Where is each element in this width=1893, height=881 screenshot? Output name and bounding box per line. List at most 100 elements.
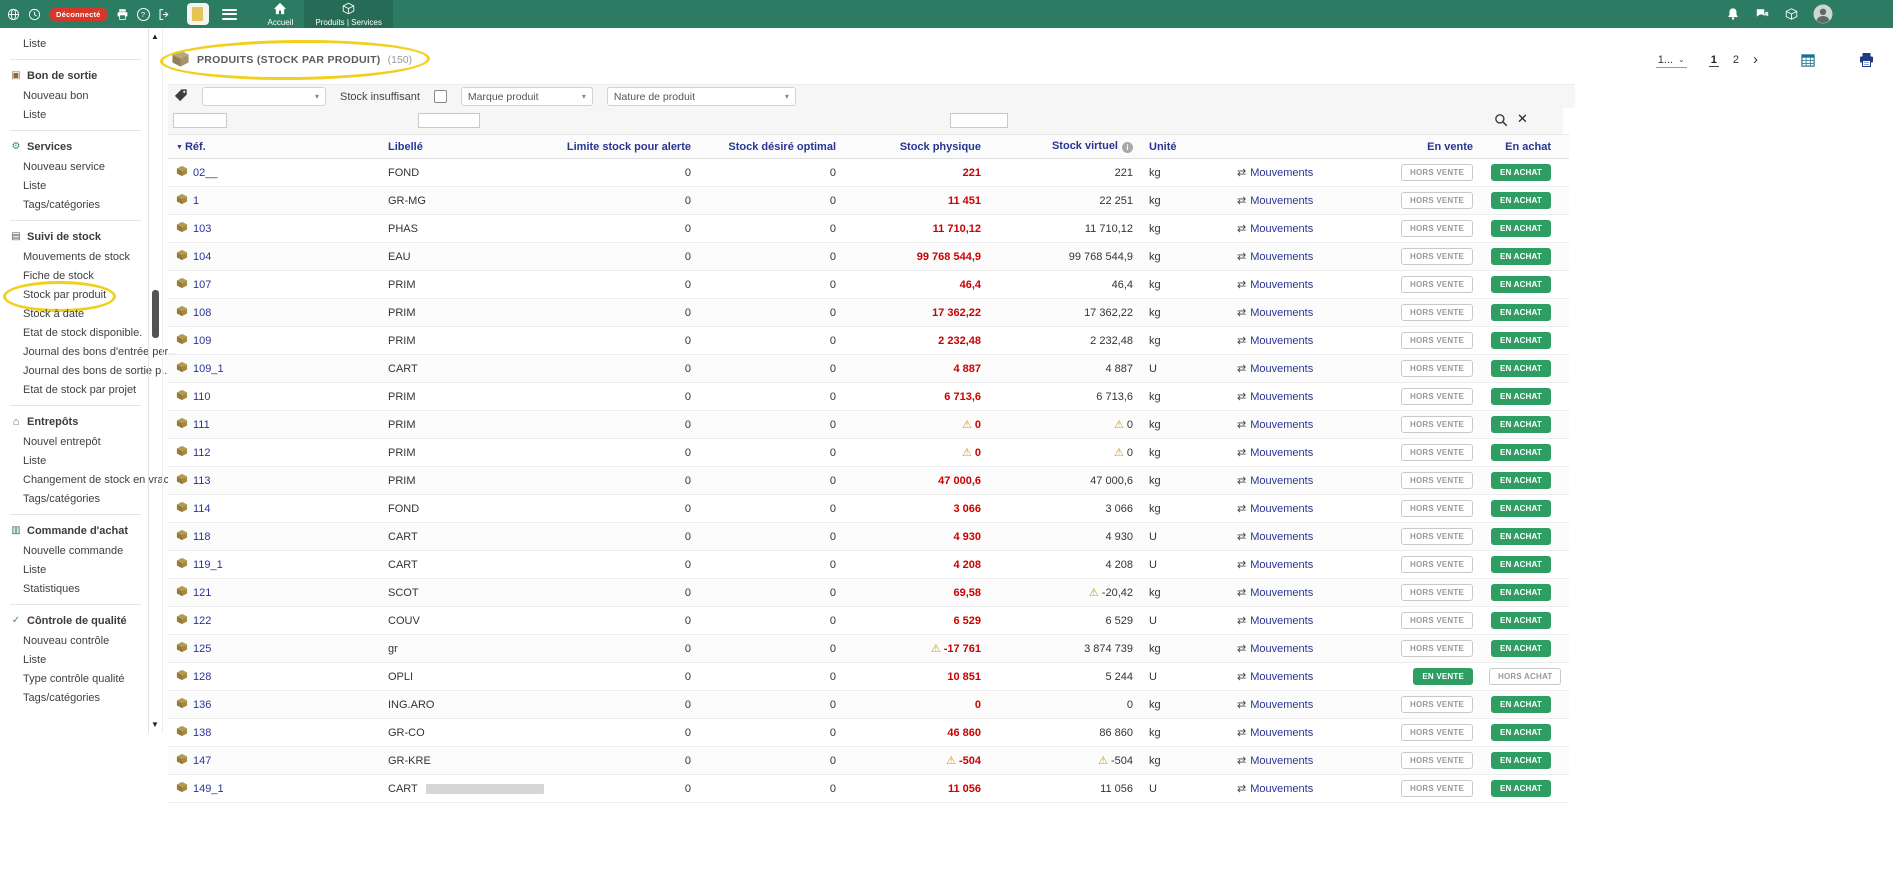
table-row[interactable]: 110 PRIM 0 0 ⚠6 713,6 ⚠6 713,6 kg ⇄Mouve… bbox=[168, 383, 1569, 411]
movements-link[interactable]: Mouvements bbox=[1250, 727, 1313, 739]
info-icon[interactable]: i bbox=[1122, 142, 1133, 153]
product-ref-link[interactable]: 138 bbox=[193, 727, 211, 739]
menu-toggle-icon[interactable] bbox=[222, 9, 237, 20]
sidebar-item-etat-de-stock-par-projet[interactable]: Etat de stock par projet bbox=[10, 380, 145, 399]
table-row[interactable]: 114 FOND 0 0 ⚠3 066 ⚠3 066 kg ⇄Mouvement… bbox=[168, 495, 1569, 523]
sidebar-item-liste[interactable]: Liste bbox=[10, 451, 145, 470]
movements-link[interactable]: Mouvements bbox=[1250, 755, 1313, 767]
sidebar-item-stock-a-date[interactable]: Stock à date bbox=[10, 304, 145, 323]
product-ref-link[interactable]: 103 bbox=[193, 223, 211, 235]
product-ref-link[interactable]: 113 bbox=[193, 475, 211, 487]
table-row[interactable]: 122 COUV 0 0 ⚠6 529 ⚠6 529 U ⇄Mouvements… bbox=[168, 607, 1569, 635]
sidebar-item-nouveau-service[interactable]: Nouveau service bbox=[10, 157, 145, 176]
table-row[interactable]: 103 PHAS 0 0 ⚠11 710,12 ⚠11 710,12 kg ⇄M… bbox=[168, 215, 1569, 243]
movements-link[interactable]: Mouvements bbox=[1250, 531, 1313, 543]
product-ref-link[interactable]: 125 bbox=[193, 643, 211, 655]
table-row[interactable]: 125 gr 0 0 ⚠-17 761 ⚠3 874 739 kg ⇄Mouve… bbox=[168, 635, 1569, 663]
sidebar-section-commande-d-achat[interactable]: ▥Commande d'achat bbox=[10, 521, 145, 541]
movements-link[interactable]: Mouvements bbox=[1250, 223, 1313, 235]
scroll-up-icon[interactable]: ▲ bbox=[151, 32, 159, 41]
print-icon[interactable] bbox=[116, 8, 129, 21]
logout-icon[interactable] bbox=[158, 8, 171, 21]
avatar[interactable] bbox=[1813, 4, 1833, 24]
movements-link[interactable]: Mouvements bbox=[1250, 643, 1313, 655]
movements-link[interactable]: Mouvements bbox=[1250, 363, 1313, 375]
header-en-achat[interactable]: En achat bbox=[1481, 135, 1569, 159]
movements-link[interactable]: Mouvements bbox=[1250, 615, 1313, 627]
clear-search-icon[interactable]: ✕ bbox=[1517, 111, 1528, 127]
sidebar-item-nouvelle-commande[interactable]: Nouvelle commande bbox=[10, 541, 145, 560]
movements-link[interactable]: Mouvements bbox=[1250, 335, 1313, 347]
clock-icon[interactable] bbox=[28, 8, 41, 21]
scrollbar-thumb[interactable] bbox=[152, 290, 159, 338]
product-ref-link[interactable]: 128 bbox=[193, 671, 211, 683]
movements-link[interactable]: Mouvements bbox=[1250, 195, 1313, 207]
sidebar-item-nouveau-bon[interactable]: Nouveau bon bbox=[10, 86, 145, 105]
product-ref-link[interactable]: 122 bbox=[193, 615, 211, 627]
bell-icon[interactable] bbox=[1726, 7, 1740, 21]
movements-link[interactable]: Mouvements bbox=[1250, 447, 1313, 459]
sidebar-item-changement-de-stock-en-vrac[interactable]: Changement de stock en vrac bbox=[10, 470, 145, 489]
product-ref-link[interactable]: 114 bbox=[193, 503, 211, 515]
sidebar-item-tags-categories[interactable]: Tags/catégories bbox=[10, 688, 145, 707]
sidebar-section-suivi-de-stock[interactable]: ▤Suivi de stock bbox=[10, 227, 145, 247]
page-selector[interactable]: 1... ⌄ bbox=[1656, 53, 1687, 68]
sidebar-item-statistiques[interactable]: Statistiques bbox=[10, 579, 145, 598]
product-ref-link[interactable]: 119_1 bbox=[193, 559, 223, 571]
table-row[interactable]: 149_1 CART 0 0 ⚠11 056 ⚠11 056 U ⇄Mouvem… bbox=[168, 775, 1569, 803]
header-limite[interactable]: Limite stock pour alerte bbox=[552, 135, 699, 159]
sidebar-item-journal-des-bons-d-entree-per[interactable]: Journal des bons d'entrée per... bbox=[10, 342, 145, 361]
nav-accueil[interactable]: Accueil bbox=[257, 0, 305, 28]
sidebar-item-liste[interactable]: Liste bbox=[10, 34, 145, 53]
table-row[interactable]: 128 OPLI 0 0 ⚠10 851 ⚠5 244 U ⇄Mouvement… bbox=[168, 663, 1569, 691]
product-ref-link[interactable]: 147 bbox=[193, 755, 211, 767]
sidebar-item-stock-par-produit[interactable]: Stock par produit bbox=[10, 285, 145, 304]
sidebar-item-type-controle-qualite[interactable]: Type contrôle qualité bbox=[10, 669, 145, 688]
nature-filter-select[interactable]: Nature de produit ▾ bbox=[607, 87, 796, 106]
table-row[interactable]: 109_1 CART 0 0 ⚠4 887 ⚠4 887 U ⇄Mouvemen… bbox=[168, 355, 1569, 383]
sidebar-item-fiche-de-stock[interactable]: Fiche de stock bbox=[10, 266, 145, 285]
table-row[interactable]: 118 CART 0 0 ⚠4 930 ⚠4 930 U ⇄Mouvements… bbox=[168, 523, 1569, 551]
table-row[interactable]: 147 GR-KRE 0 0 ⚠-504 ⚠-504 kg ⇄Mouvement… bbox=[168, 747, 1569, 775]
product-ref-link[interactable]: 02__ bbox=[193, 167, 217, 179]
table-row[interactable]: 108 PRIM 0 0 ⚠17 362,22 ⚠17 362,22 kg ⇄M… bbox=[168, 299, 1569, 327]
movements-link[interactable]: Mouvements bbox=[1250, 167, 1313, 179]
category-filter-select[interactable]: ▾ bbox=[202, 87, 326, 106]
product-ref-link[interactable]: 108 bbox=[193, 307, 211, 319]
search-icon[interactable] bbox=[1494, 113, 1508, 127]
header-libelle[interactable]: Libellé bbox=[380, 135, 552, 159]
package-icon[interactable] bbox=[1785, 7, 1798, 21]
table-row[interactable]: 02__ FOND 0 0 ⚠221 ⚠221 kg ⇄Mouvements H… bbox=[168, 159, 1569, 187]
chat-icon[interactable] bbox=[1755, 7, 1770, 21]
product-ref-link[interactable]: 111 bbox=[193, 419, 210, 431]
movements-link[interactable]: Mouvements bbox=[1250, 307, 1313, 319]
header-ref[interactable]: ▼Réf. bbox=[168, 135, 380, 159]
sidebar-item-liste[interactable]: Liste bbox=[10, 560, 145, 579]
app-logo[interactable] bbox=[187, 3, 209, 25]
movements-link[interactable]: Mouvements bbox=[1250, 475, 1313, 487]
product-ref-link[interactable]: 109_1 bbox=[193, 363, 224, 375]
sidebar-section-services[interactable]: ⚙Services bbox=[10, 137, 145, 157]
table-row[interactable]: 107 PRIM 0 0 ⚠46,4 ⚠46,4 kg ⇄Mouvements … bbox=[168, 271, 1569, 299]
stock-insuffisant-checkbox[interactable] bbox=[434, 90, 447, 103]
header-virtuel[interactable]: Stock virtueli bbox=[989, 135, 1141, 159]
table-row[interactable]: 121 SCOT 0 0 ⚠69,58 ⚠-20,42 kg ⇄Mouvemen… bbox=[168, 579, 1569, 607]
sidebar-item-etat-de-stock-disponible[interactable]: Etat de stock disponible. bbox=[10, 323, 145, 342]
sidebar-item-nouvel-entrepot[interactable]: Nouvel entrepôt bbox=[10, 432, 145, 451]
movements-link[interactable]: Mouvements bbox=[1250, 279, 1313, 291]
product-ref-link[interactable]: 109 bbox=[193, 335, 211, 347]
globe-icon[interactable] bbox=[7, 8, 20, 21]
product-ref-link[interactable]: 107 bbox=[193, 279, 211, 291]
product-ref-link[interactable]: 110 bbox=[193, 391, 211, 403]
header-physique[interactable]: Stock physique bbox=[844, 135, 989, 159]
table-row[interactable]: 109 PRIM 0 0 ⚠2 232,48 ⚠2 232,48 kg ⇄Mou… bbox=[168, 327, 1569, 355]
product-ref-link[interactable]: 112 bbox=[193, 447, 211, 459]
table-row[interactable]: 136 ING.ARO 0 0 ⚠0 ⚠0 kg ⇄Mouvements HOR… bbox=[168, 691, 1569, 719]
movements-link[interactable]: Mouvements bbox=[1250, 419, 1313, 431]
header-optimal[interactable]: Stock désiré optimal bbox=[699, 135, 844, 159]
sidebar-section-entrepots[interactable]: ⌂Entrepôts bbox=[10, 412, 145, 432]
header-en-vente[interactable]: En vente bbox=[1379, 135, 1481, 159]
marque-filter-select[interactable]: Marque produit ▾ bbox=[461, 87, 593, 106]
product-ref-link[interactable]: 118 bbox=[193, 531, 211, 543]
next-page-icon[interactable]: › bbox=[1753, 55, 1758, 65]
